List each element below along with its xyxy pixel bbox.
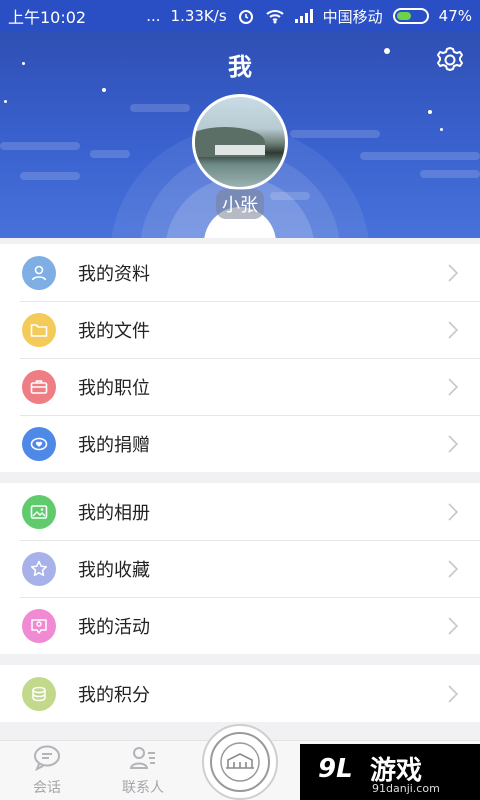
coins-icon [22,676,56,711]
cloud-decoration [420,170,480,178]
menu-item-files[interactable]: 我的文件 [0,301,480,358]
chevron-right-icon [448,320,458,339]
cloud-decoration [290,130,380,138]
university-emblem-button[interactable] [202,724,278,800]
menu-group-profile: 我的资料 我的文件 我的职位 我的捐赠 [0,244,480,472]
cloud-decoration [270,192,310,200]
menu-label: 我的收藏 [78,559,150,581]
menu-item-album[interactable]: 我的相册 [0,483,480,540]
menu-label: 我的文件 [78,320,150,342]
profile-header: 我 小张 [0,32,480,238]
battery-icon [392,8,429,24]
battery-level: 47% [438,7,472,25]
watermark-url: 91danji.com [372,782,440,795]
menu-label: 我的捐赠 [78,434,150,456]
chevron-right-icon [448,377,458,396]
wifi-icon [265,10,284,24]
university-seal-icon [210,732,270,792]
menu-label: 我的活动 [78,616,150,638]
username[interactable]: 小张 [216,189,264,219]
menu-item-activities[interactable]: 我的活动 [0,597,480,654]
menu-group-media: 我的相册 我的收藏 我的活动 [0,483,480,654]
star-decoration [428,110,432,114]
chevron-right-icon [448,684,458,703]
briefcase-icon [22,369,56,404]
chevron-right-icon [448,616,458,635]
star-icon [22,551,56,586]
page-title: 我 [228,53,252,81]
chevron-right-icon [448,502,458,521]
star-decoration [440,128,443,131]
tab-label: 联系人 [122,780,164,796]
heart-icon [22,426,56,461]
menu-item-donation[interactable]: 我的捐赠 [0,415,480,472]
user-icon [22,255,56,290]
chevron-right-icon [448,559,458,578]
watermark-logo: 9L [318,754,353,784]
menu-item-profile[interactable]: 我的资料 [0,244,480,301]
folder-icon [22,312,56,347]
tab-contacts[interactable]: 联系人 [108,745,178,797]
tab-conversations[interactable]: 会话 [12,745,82,797]
menu-item-points[interactable]: 我的积分 [0,665,480,722]
avatar-house [215,145,265,155]
status-bar: 上午10:02 ... 1.33K/s 中国移动 47% [0,0,480,32]
cloud-decoration [360,152,480,160]
alarm-icon [238,10,253,24]
chat-icon [34,745,60,772]
status-time: 上午10:02 [8,8,87,27]
activity-icon [22,608,56,643]
chevron-right-icon [448,263,458,282]
cloud-decoration [130,104,190,112]
tab-label: 会话 [33,780,61,796]
star-decoration [4,100,7,103]
star-decoration [102,88,106,92]
status-right: ... 1.33K/s 中国移动 47% [146,6,472,27]
gear-icon[interactable] [434,44,466,76]
menu-label: 我的职位 [78,377,150,399]
site-watermark: 9L 游戏 91danji.com [300,744,480,800]
photo-icon [22,494,56,529]
menu-label: 我的资料 [78,263,150,285]
menu-item-position[interactable]: 我的职位 [0,358,480,415]
cloud-decoration [0,142,80,150]
menu-label: 我的相册 [78,502,150,524]
avatar[interactable] [192,94,288,190]
menu-label: 我的积分 [78,684,150,706]
signal-icon [294,9,313,23]
carrier-name: 中国移动 [322,7,383,26]
chevron-right-icon [448,434,458,453]
cloud-decoration [90,150,130,158]
status-dots: ... [146,7,161,25]
menu-item-favorites[interactable]: 我的收藏 [0,540,480,597]
contacts-icon [129,747,155,769]
network-speed: 1.33K/s [170,7,227,25]
menu-group-points: 我的积分 [0,665,480,722]
cloud-decoration [20,172,80,180]
